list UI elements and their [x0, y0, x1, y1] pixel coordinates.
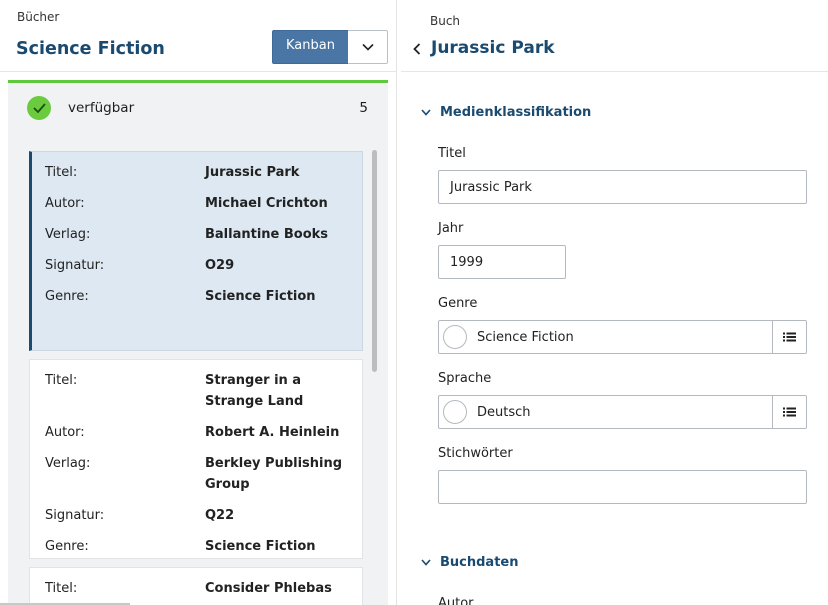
card-field-value: Michael Crichton: [205, 196, 328, 211]
card-field-value: Group: [205, 477, 250, 492]
back-button[interactable]: [410, 41, 424, 57]
sprache-selection-circle: [443, 400, 467, 424]
stichwoerter-field[interactable]: [438, 470, 807, 504]
list-icon: [783, 407, 796, 417]
chevron-down-icon: [421, 559, 431, 566]
sprache-field[interactable]: Deutsch: [438, 395, 807, 429]
chevron-down-icon: [361, 43, 374, 51]
card-field-label: Verlag:: [45, 456, 91, 471]
card-field-label: Verlag:: [45, 227, 91, 242]
app: Bücher Science Fiction Kanban verfügbar …: [0, 0, 828, 605]
section-toggle-medienklassifikation[interactable]: Medienklassifikation: [421, 105, 591, 120]
card-field-label: Genre:: [45, 289, 89, 304]
stichwoerter-label: Stichwörter: [438, 446, 513, 461]
titel-value: Jurassic Park: [450, 179, 532, 195]
detail-pane: Buch Jurassic Park Medienklassifikation …: [401, 0, 828, 605]
card-field-label: Titel:: [45, 373, 78, 388]
view-dropdown-button[interactable]: [348, 30, 388, 64]
board-eyebrow: Bücher: [17, 10, 60, 24]
kanban-lane-available: verfügbar 5 Titel: Jurassic Park Autor: …: [8, 80, 388, 605]
card-field-label: Signatur:: [45, 258, 105, 273]
book-card[interactable]: Titel: Jurassic Park Autor: Michael Cric…: [29, 151, 363, 351]
genre-label: Genre: [438, 296, 478, 311]
card-field-label: Titel:: [45, 581, 78, 596]
card-field-value: Strange Land: [205, 394, 304, 409]
sprache-list-button[interactable]: [772, 396, 806, 428]
board-pane: Bücher Science Fiction Kanban verfügbar …: [0, 0, 397, 605]
detail-title: Jurassic Park: [431, 38, 555, 58]
card-field-value: Robert A. Heinlein: [205, 425, 340, 440]
card-field-label: Signatur:: [45, 508, 105, 523]
card-field-label: Genre:: [45, 539, 89, 554]
section-label: Buchdaten: [440, 555, 519, 570]
card-field-value: Ballantine Books: [205, 227, 329, 242]
section-label: Medienklassifikation: [440, 105, 592, 120]
sprache-value: Deutsch: [477, 404, 531, 420]
section-toggle-buchdaten[interactable]: Buchdaten: [421, 555, 519, 570]
titel-field[interactable]: Jurassic Park: [438, 170, 807, 204]
chevron-down-icon: [421, 109, 431, 116]
card-field-value: O29: [205, 258, 235, 273]
check-icon: [27, 96, 51, 120]
detail-header: Buch Jurassic Park: [401, 0, 828, 72]
lane-scrollbar[interactable]: [372, 150, 377, 372]
card-field-label: Autor:: [45, 425, 85, 440]
card-field-value: Jurassic Park: [205, 165, 300, 180]
card-field-value: Q22: [205, 508, 235, 523]
card-field-value: Science Fiction: [205, 289, 316, 304]
genre-field[interactable]: Science Fiction: [438, 320, 807, 354]
genre-list-button[interactable]: [772, 321, 806, 353]
lane-count: 5: [359, 100, 368, 116]
detail-eyebrow: Buch: [430, 14, 461, 28]
book-card[interactable]: Titel: Consider Phlebas: [29, 567, 363, 605]
jahr-value: 1999: [450, 254, 484, 270]
autor-label: Autor: [438, 596, 474, 605]
kanban-view-button[interactable]: Kanban: [272, 30, 349, 64]
jahr-label: Jahr: [438, 221, 464, 236]
card-field-label: Autor:: [45, 196, 85, 211]
card-field-value: Science Fiction: [205, 539, 316, 554]
jahr-field[interactable]: 1999: [438, 245, 566, 279]
chevron-left-icon: [413, 43, 421, 55]
kanban-view-label: Kanban: [286, 37, 335, 53]
genre-value: Science Fiction: [477, 329, 574, 345]
list-icon: [783, 332, 796, 342]
book-card[interactable]: Titel: Stranger in a Strange Land Autor:…: [29, 359, 363, 559]
lane-label: verfügbar: [68, 100, 135, 116]
card-field-value: Consider Phlebas: [205, 581, 332, 596]
sprache-label: Sprache: [438, 371, 492, 386]
titel-label: Titel: [438, 146, 466, 161]
board-header: Bücher Science Fiction Kanban: [0, 0, 397, 72]
lane-header[interactable]: verfügbar 5: [8, 83, 388, 133]
card-field-label: Titel:: [45, 165, 78, 180]
card-field-value: Berkley Publishing: [205, 456, 343, 471]
board-title: Science Fiction: [16, 39, 165, 59]
genre-selection-circle: [443, 325, 467, 349]
card-field-value: Stranger in a: [205, 373, 302, 388]
